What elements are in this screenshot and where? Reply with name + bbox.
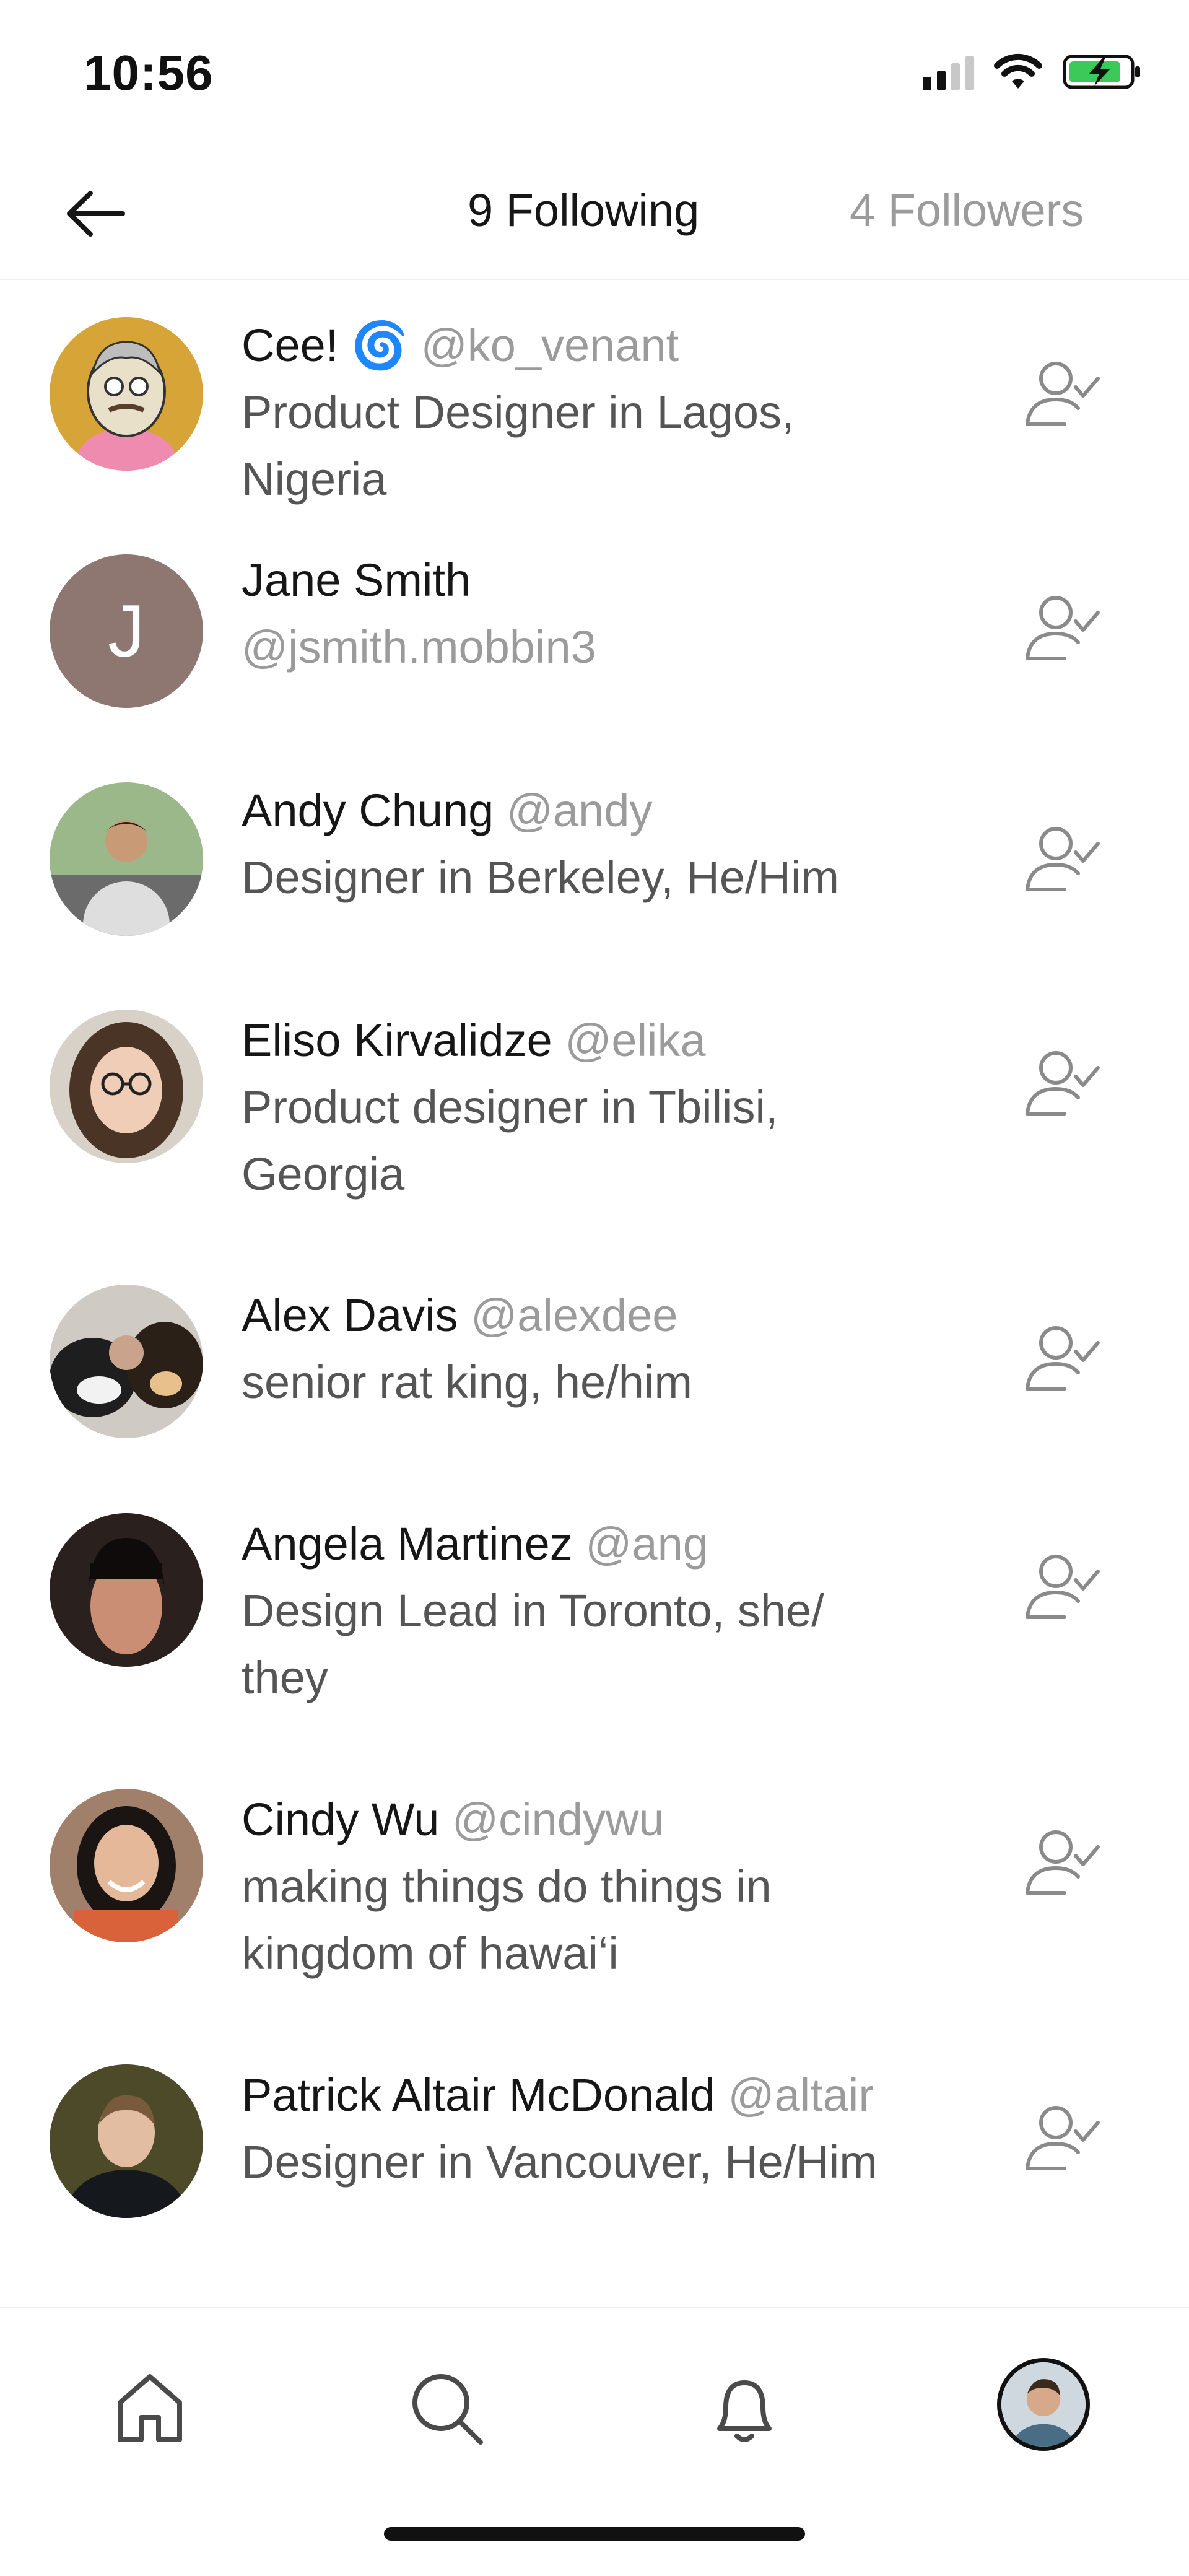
avatar[interactable]: J: [50, 554, 203, 708]
following-status-icon[interactable]: [1019, 2095, 1105, 2182]
following-status-icon[interactable]: [1019, 351, 1105, 438]
home-icon: [118, 2374, 182, 2442]
user-bio: senior rat king, he/him: [242, 1356, 693, 1408]
user-name: Alex Davis: [242, 1290, 458, 1341]
tab-search[interactable]: [403, 2364, 489, 2451]
user-bio: Georgia: [242, 1148, 405, 1200]
user-bio: Designer in Berkeley, He/Him: [242, 852, 840, 903]
user-bio: Product designer in Tbilisi,: [242, 1081, 778, 1133]
search-icon: [412, 2374, 483, 2445]
user-name: Cindy Wu: [242, 1794, 440, 1845]
user-name: Angela Martinez: [242, 1518, 573, 1570]
wifi-icon: [994, 53, 1042, 89]
user-name: Eliso Kirvalidze: [242, 1015, 552, 1066]
user-handle: @altair: [728, 2069, 874, 2121]
cellular-signal-icon: [923, 53, 974, 90]
user-handle: @ang: [585, 1518, 708, 1570]
battery-charging-icon: [1063, 55, 1140, 89]
user-bio: they: [242, 1652, 328, 1703]
user-handle: @andy: [506, 785, 653, 836]
tab-home[interactable]: [107, 2364, 193, 2451]
user-handle: @elika: [565, 1015, 706, 1066]
tab-followers[interactable]: 4 Followers: [850, 184, 1084, 237]
back-button[interactable]: [62, 180, 130, 248]
status-time: 10:56: [84, 45, 214, 100]
bell-icon: [717, 2380, 772, 2442]
avatar[interactable]: [50, 1789, 203, 1942]
user-bio: Nigeria: [242, 453, 387, 505]
avatar[interactable]: [50, 1285, 203, 1438]
user-name: Patrick Altair McDonald: [242, 2069, 715, 2121]
user-bio: making things do things in: [242, 1861, 772, 1912]
arrow-left-icon: [67, 191, 125, 237]
user-handle: @jsmith.mobbin3: [242, 621, 596, 673]
user-name: Cee! 🌀: [242, 320, 409, 371]
following-status-icon[interactable]: [1019, 1041, 1105, 1127]
following-status-icon[interactable]: [1019, 1544, 1105, 1631]
user-name: Andy Chung: [242, 785, 494, 836]
tab-following[interactable]: 9 Following: [468, 184, 699, 237]
profile-avatar[interactable]: [997, 2358, 1090, 2451]
status-icons: [923, 53, 1143, 91]
following-status-icon[interactable]: [1019, 1316, 1105, 1402]
user-handle: @ko_venant: [420, 320, 679, 371]
user-handle: @alexdee: [471, 1290, 678, 1341]
avatar[interactable]: [50, 2064, 203, 2218]
tab-notifications[interactable]: [701, 2364, 788, 2451]
following-status-icon[interactable]: [1019, 585, 1105, 672]
user-bio: kingdom of hawai‘i: [242, 1928, 619, 1979]
avatar-initial: J: [108, 590, 145, 673]
following-status-icon[interactable]: [1019, 1820, 1105, 1906]
avatar[interactable]: [50, 1513, 203, 1667]
following-status-icon[interactable]: [1019, 816, 1105, 903]
user-handle: @cindywu: [451, 1794, 664, 1845]
user-bio: Designer in Vancouver, He/Him: [242, 2136, 878, 2188]
avatar[interactable]: [50, 1010, 203, 1163]
home-indicator: [384, 2527, 805, 2541]
avatar[interactable]: [50, 317, 203, 471]
status-bar: 10:56: [0, 0, 1189, 146]
avatar[interactable]: [50, 782, 203, 936]
user-name: Jane Smith: [242, 554, 471, 606]
header: 9 Following 4 Followers: [0, 146, 1189, 280]
user-bio: Design Lead in Toronto, she/: [242, 1585, 824, 1636]
user-bio: Product Designer in Lagos,: [242, 386, 795, 438]
